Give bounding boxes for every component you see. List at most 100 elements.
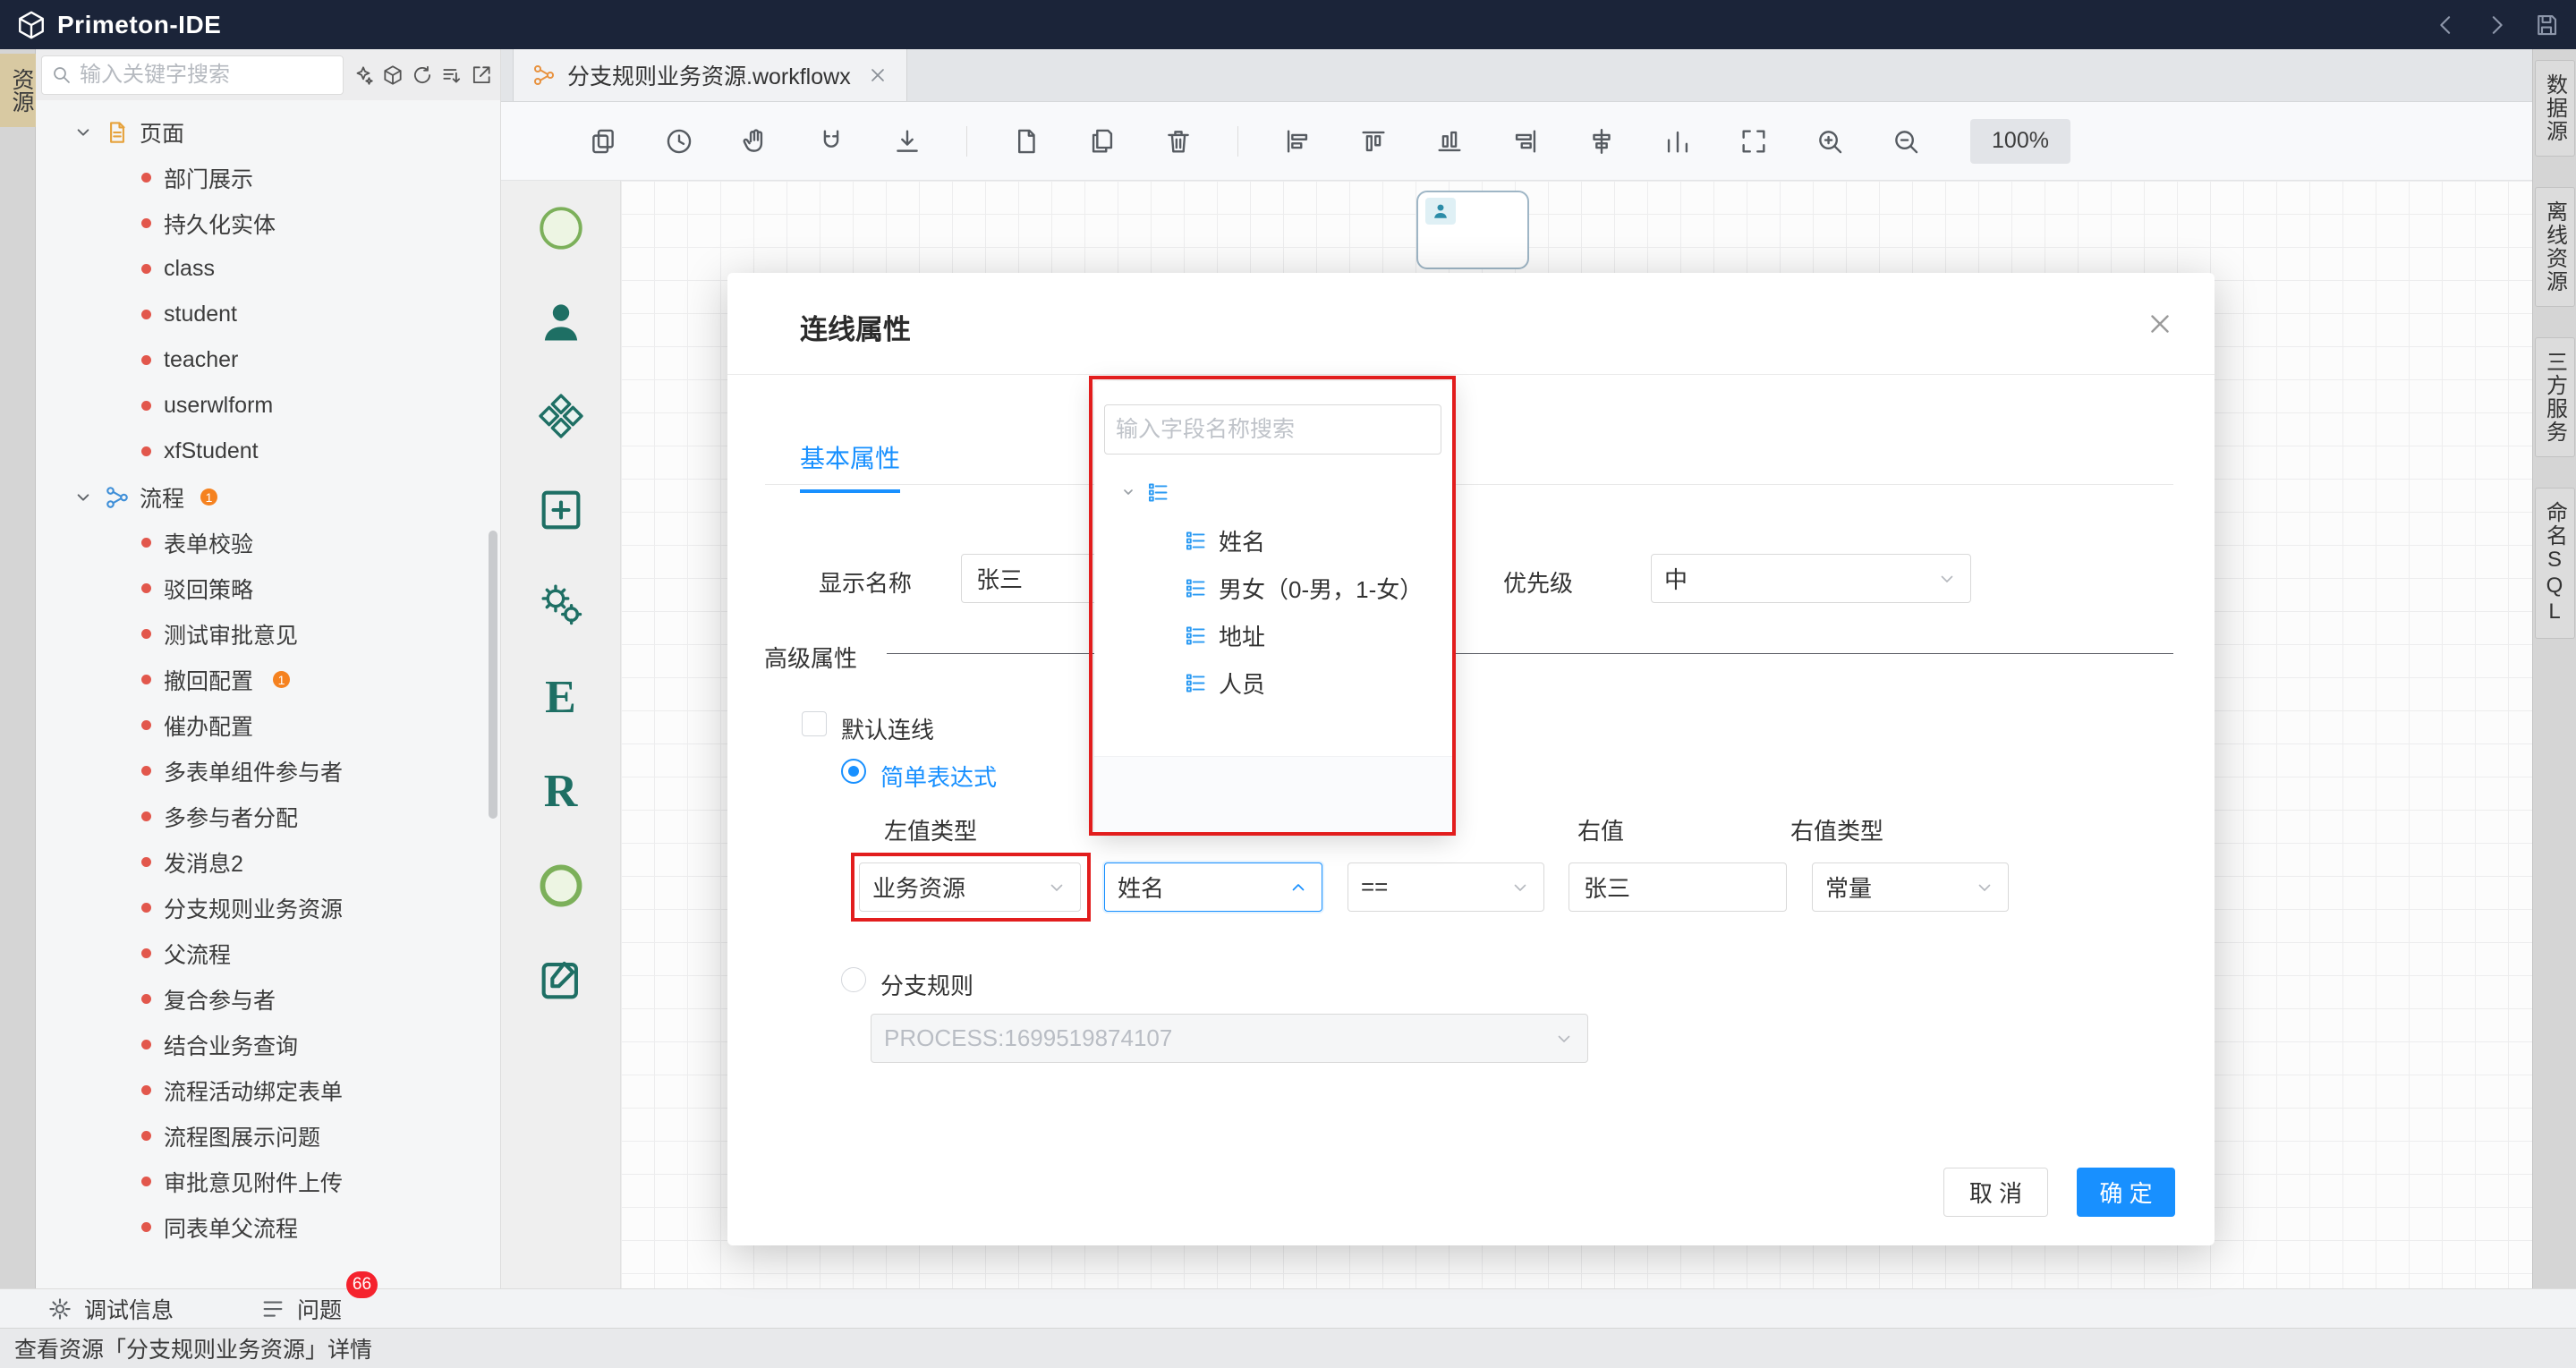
- editor-tab[interactable]: 分支规则业务资源.workflowx: [513, 49, 907, 101]
- tab-close-button[interactable]: [867, 64, 888, 86]
- history-button[interactable]: [662, 124, 696, 158]
- tree-item[interactable]: 结合业务查询: [36, 1022, 500, 1067]
- branch-rule-select[interactable]: PROCESS:1699519874107: [871, 1014, 1588, 1063]
- branch-rule-radio[interactable]: [841, 967, 866, 992]
- tree-item[interactable]: 表单校验: [36, 520, 500, 565]
- field-search-input[interactable]: [1116, 417, 1430, 443]
- chevron-down-icon: [1509, 877, 1531, 898]
- bullet-icon: [141, 948, 151, 958]
- tree-item[interactable]: 部门展示: [36, 155, 500, 200]
- right-rail-tab[interactable]: 数据源: [2535, 60, 2575, 157]
- tree-item[interactable]: 复合参与者: [36, 976, 500, 1022]
- refresh-button[interactable]: [408, 61, 436, 89]
- tree-item[interactable]: 催办配置: [36, 702, 500, 748]
- tree-item[interactable]: 驳回策略: [36, 565, 500, 611]
- tab-basic-properties[interactable]: 基本属性: [800, 439, 900, 493]
- duplicate-button[interactable]: [1085, 124, 1119, 158]
- palette-note[interactable]: [524, 947, 598, 1012]
- field-tree-item[interactable]: 姓名: [1094, 517, 1452, 565]
- right-rail-tab[interactable]: 离线资源: [2535, 187, 2575, 307]
- palette-service[interactable]: [524, 571, 598, 636]
- palette-letter-e[interactable]: E: [524, 665, 598, 730]
- pan-button[interactable]: [738, 124, 772, 158]
- package-button[interactable]: [378, 61, 406, 89]
- field-select[interactable]: 姓名: [1104, 862, 1322, 912]
- tree-item[interactable]: userwlform: [36, 383, 500, 429]
- align-center-button[interactable]: [1585, 124, 1619, 158]
- align-bottom-button[interactable]: [1433, 124, 1467, 158]
- debug-info-button[interactable]: 调试信息: [47, 1293, 174, 1325]
- palette-add-node[interactable]: [524, 477, 598, 542]
- tree-item[interactable]: 父流程: [36, 930, 500, 976]
- magnet-button[interactable]: [814, 124, 848, 158]
- tree-item[interactable]: 同表单父流程: [36, 1204, 500, 1250]
- save-button[interactable]: [2533, 12, 2560, 38]
- operator-select[interactable]: ==: [1348, 862, 1544, 912]
- tree-item[interactable]: teacher: [36, 337, 500, 383]
- tree-item[interactable]: class: [36, 246, 500, 292]
- bar-chart-button[interactable]: [1661, 124, 1695, 158]
- bullet-icon: [141, 173, 151, 183]
- ok-button[interactable]: 确 定: [2077, 1168, 2175, 1217]
- chevron-down-icon: [1974, 877, 1995, 898]
- tree-item[interactable]: 持久化实体: [36, 200, 500, 246]
- fit-view-button[interactable]: [1737, 124, 1771, 158]
- priority-select[interactable]: 中: [1651, 554, 1971, 603]
- zoom-level[interactable]: 100%: [1970, 119, 2070, 164]
- palette-gateway[interactable]: [524, 383, 598, 448]
- nav-forward-button[interactable]: [2483, 12, 2510, 38]
- right-rail-tab[interactable]: 命名SQL: [2535, 488, 2575, 639]
- tree-item[interactable]: student: [36, 292, 500, 337]
- dialog-close-button[interactable]: [2145, 309, 2175, 339]
- field-tree-item[interactable]: 地址: [1094, 612, 1452, 659]
- field-tree-item[interactable]: 男女（0-男，1-女）: [1094, 565, 1452, 612]
- copy-button[interactable]: [586, 124, 620, 158]
- tree-item[interactable]: 流程活动绑定表单: [36, 1067, 500, 1113]
- tree-item[interactable]: 发消息2: [36, 839, 500, 885]
- letter-r-icon: R: [544, 765, 578, 818]
- simple-expression-radio[interactable]: [841, 759, 866, 784]
- align-right-button[interactable]: [1509, 124, 1543, 158]
- tree-group-page[interactable]: 页面: [36, 109, 500, 155]
- zoom-out-button[interactable]: [1889, 124, 1923, 158]
- align-top-button[interactable]: [1356, 124, 1390, 158]
- export-button[interactable]: [467, 61, 495, 89]
- tree-item[interactable]: xfStudent: [36, 429, 500, 474]
- tree-item[interactable]: 审批意见附件上传: [36, 1159, 500, 1204]
- default-line-checkbox[interactable]: [802, 711, 827, 736]
- toolbar-separator: [1237, 126, 1238, 157]
- tree-item[interactable]: 多表单组件参与者: [36, 748, 500, 794]
- nav-back-button[interactable]: [2433, 12, 2460, 38]
- palette-letter-r[interactable]: R: [524, 759, 598, 824]
- right-rail-tab[interactable]: 三方服务: [2535, 337, 2575, 457]
- explorer-search[interactable]: [41, 55, 344, 95]
- ai-assist-button[interactable]: [349, 61, 377, 89]
- new-file-button[interactable]: [1009, 124, 1043, 158]
- cancel-button[interactable]: 取 消: [1943, 1168, 2048, 1217]
- explorer-search-input[interactable]: [80, 63, 334, 88]
- tree-item[interactable]: 流程图展示问题: [36, 1113, 500, 1159]
- tree-item[interactable]: 多参与者分配: [36, 794, 500, 839]
- zoom-in-button[interactable]: [1813, 124, 1847, 158]
- align-left-button[interactable]: [1280, 124, 1314, 158]
- tree-item[interactable]: 撤回配置 1: [36, 657, 500, 702]
- field-search[interactable]: [1104, 404, 1441, 455]
- activity-node[interactable]: [1416, 191, 1529, 269]
- field-tree-item[interactable]: 人员: [1094, 659, 1452, 707]
- tree-item[interactable]: 测试审批意见: [36, 611, 500, 657]
- palette-end-node[interactable]: [524, 853, 598, 918]
- sort-list-button[interactable]: [438, 61, 465, 89]
- download-button[interactable]: [890, 124, 924, 158]
- note-edit-icon: [535, 954, 587, 1006]
- palette-participant[interactable]: [524, 289, 598, 354]
- palette-start-node[interactable]: [524, 195, 598, 260]
- left-type-select[interactable]: 业务资源: [859, 862, 1081, 912]
- tree-item[interactable]: 分支规则业务资源: [36, 885, 500, 930]
- tree-group-flow[interactable]: 流程 1: [36, 474, 500, 520]
- right-type-select[interactable]: 常量: [1812, 862, 2009, 912]
- field-tree-root[interactable]: [1094, 467, 1452, 517]
- delete-button[interactable]: [1161, 124, 1195, 158]
- explorer-scrollbar[interactable]: [489, 531, 497, 819]
- problems-button[interactable]: 问题 66: [259, 1293, 342, 1325]
- right-value-input[interactable]: [1569, 862, 1787, 912]
